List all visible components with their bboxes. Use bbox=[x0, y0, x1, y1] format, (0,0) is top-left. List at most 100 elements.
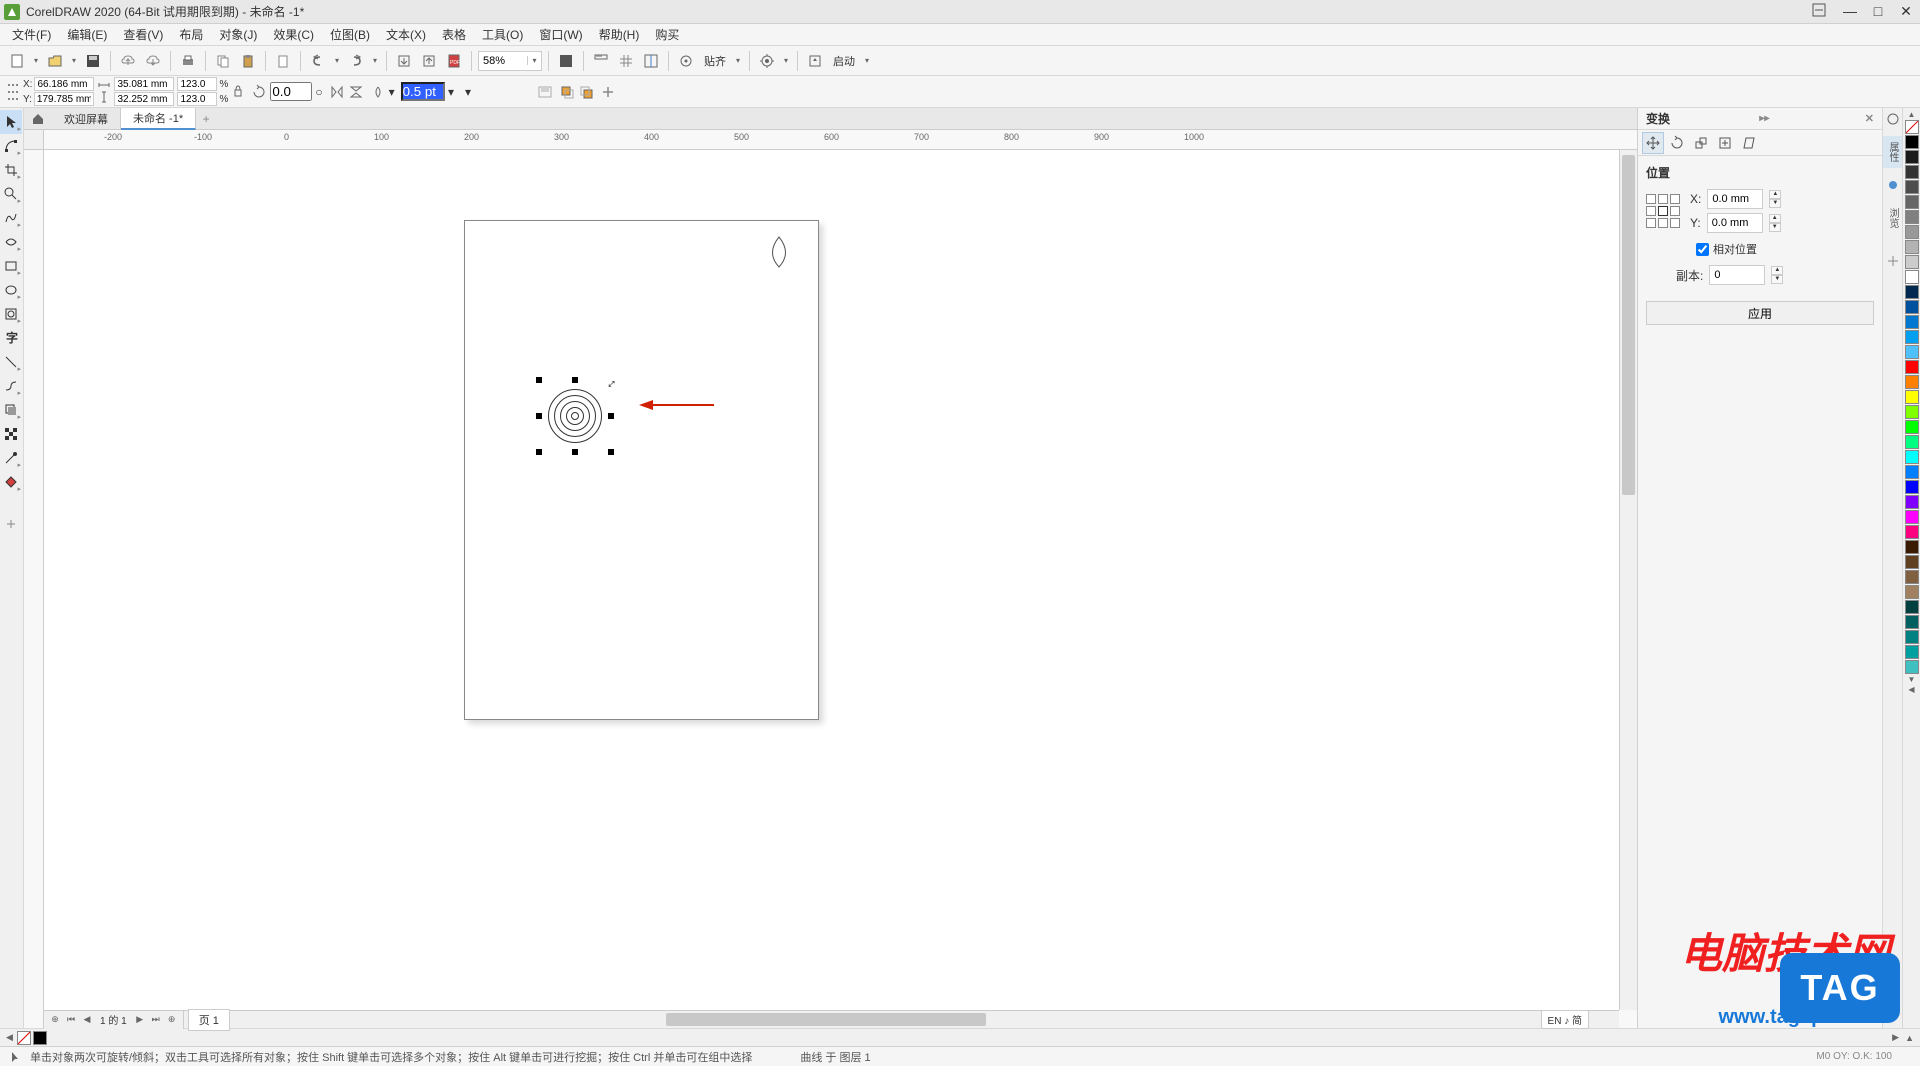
swatch[interactable] bbox=[1905, 540, 1919, 554]
connector-tool[interactable]: ▸ bbox=[0, 374, 22, 398]
palette-down-icon[interactable]: ▼ bbox=[1905, 675, 1919, 685]
swatch[interactable] bbox=[1905, 645, 1919, 659]
undo-button[interactable] bbox=[307, 50, 329, 72]
anchor-bc[interactable] bbox=[1658, 218, 1668, 228]
add-tab-button[interactable]: + bbox=[196, 112, 216, 126]
mirror-v-button[interactable] bbox=[348, 84, 364, 100]
text-tool[interactable]: 字 bbox=[0, 326, 22, 350]
polygon-tool[interactable]: ▸ bbox=[0, 302, 22, 326]
snap-label[interactable]: 贴齐 bbox=[700, 53, 730, 69]
menu-effect[interactable]: 效果(C) bbox=[265, 24, 322, 45]
new-button[interactable] bbox=[6, 50, 28, 72]
lock-ratio-button[interactable] bbox=[231, 82, 245, 102]
minimize-icon[interactable]: — bbox=[1840, 3, 1860, 20]
close-icon[interactable]: ✕ bbox=[1896, 3, 1916, 20]
shape-tool[interactable]: ▸ bbox=[0, 134, 22, 158]
page-1-tab[interactable]: 页 1 bbox=[188, 1009, 230, 1031]
zoom-dropdown-icon[interactable]: ▾ bbox=[527, 56, 541, 65]
ellipse-tool[interactable]: ▸ bbox=[0, 278, 22, 302]
open-button[interactable] bbox=[44, 50, 66, 72]
y-input[interactable] bbox=[34, 92, 94, 106]
home-tab[interactable] bbox=[24, 108, 52, 130]
save-button[interactable] bbox=[82, 50, 104, 72]
palette-right-icon[interactable]: ▶ bbox=[1890, 1032, 1901, 1043]
wrap-text-button[interactable] bbox=[537, 84, 553, 100]
side-tab-add[interactable] bbox=[1886, 254, 1900, 268]
menu-object[interactable]: 对象(J) bbox=[211, 24, 265, 45]
launcher-label[interactable]: 启动 bbox=[829, 53, 859, 69]
outline-dropdown[interactable]: ▾ bbox=[389, 85, 395, 99]
to-back-button[interactable] bbox=[578, 84, 594, 100]
page-add-button[interactable]: ⊕ bbox=[165, 1014, 179, 1025]
options-dropdown[interactable]: ▾ bbox=[781, 50, 791, 72]
zoom-tool[interactable]: ▸ bbox=[0, 182, 22, 206]
fill-swatch-none[interactable] bbox=[17, 1031, 31, 1045]
menu-buy[interactable]: 购买 bbox=[647, 24, 687, 45]
handle-bc[interactable] bbox=[572, 449, 578, 455]
relative-checkbox[interactable] bbox=[1696, 243, 1709, 256]
anchor-tl[interactable] bbox=[1646, 194, 1656, 204]
swatch-none[interactable] bbox=[1905, 120, 1919, 134]
fullscreen-button[interactable] bbox=[555, 50, 577, 72]
print-button[interactable] bbox=[177, 50, 199, 72]
width-input[interactable] bbox=[114, 77, 174, 91]
horizontal-ruler[interactable]: -200 -100 0 100 200 300 400 500 600 700 … bbox=[44, 130, 1637, 150]
show-rulers-button[interactable] bbox=[590, 50, 612, 72]
drop-shadow-tool[interactable]: ▸ bbox=[0, 398, 22, 422]
add-button[interactable] bbox=[600, 84, 616, 100]
swatch[interactable] bbox=[1905, 300, 1919, 314]
swatch[interactable] bbox=[1905, 255, 1919, 269]
swatch[interactable] bbox=[1905, 345, 1919, 359]
page-first-button[interactable]: ⊕ bbox=[48, 1014, 62, 1025]
swatch[interactable] bbox=[1905, 480, 1919, 494]
mirror-h-button[interactable] bbox=[329, 84, 345, 100]
zoom-combo[interactable]: ▾ bbox=[478, 51, 542, 71]
export-button[interactable] bbox=[418, 50, 440, 72]
anchor-mr[interactable] bbox=[1670, 206, 1680, 216]
transform-rotate-tab[interactable] bbox=[1666, 132, 1688, 154]
snap-icon[interactable] bbox=[675, 50, 697, 72]
launcher-icon[interactable] bbox=[804, 50, 826, 72]
swatch[interactable] bbox=[1905, 240, 1919, 254]
maximize-icon[interactable]: □ bbox=[1868, 3, 1888, 20]
zoom-input[interactable] bbox=[479, 52, 527, 70]
menu-file[interactable]: 文件(F) bbox=[4, 24, 59, 45]
eyedropper-tool[interactable]: ▸ bbox=[0, 446, 22, 470]
rectangle-tool[interactable]: ▸ bbox=[0, 254, 22, 278]
swatch[interactable] bbox=[1905, 405, 1919, 419]
help-window-icon[interactable] bbox=[1812, 3, 1832, 20]
menu-tools[interactable]: 工具(O) bbox=[474, 24, 531, 45]
copy-button[interactable] bbox=[212, 50, 234, 72]
y-spinner[interactable]: ▲▼ bbox=[1769, 214, 1781, 232]
cloud-download-button[interactable] bbox=[142, 50, 164, 72]
swatch[interactable] bbox=[1905, 180, 1919, 194]
vscroll-thumb[interactable] bbox=[1622, 155, 1635, 495]
anchor-br[interactable] bbox=[1670, 218, 1680, 228]
options-button[interactable] bbox=[756, 50, 778, 72]
swatch[interactable] bbox=[1905, 270, 1919, 284]
docker-close-icon[interactable]: ✕ bbox=[1865, 112, 1874, 125]
swatch[interactable] bbox=[1905, 555, 1919, 569]
swatch[interactable] bbox=[1905, 660, 1919, 674]
snap-dropdown[interactable]: ▾ bbox=[733, 50, 743, 72]
outline-width-combo[interactable]: ▾ bbox=[401, 82, 454, 101]
publish-pdf-button[interactable]: PDF bbox=[443, 50, 465, 72]
transform-scale-tab[interactable] bbox=[1690, 132, 1712, 154]
parallel-dim-tool[interactable]: ▸ bbox=[0, 350, 22, 374]
tab-doc1[interactable]: 未命名 -1* bbox=[121, 108, 196, 130]
swatch[interactable] bbox=[1905, 285, 1919, 299]
canvas-view[interactable]: ↕ bbox=[44, 150, 1619, 1010]
swatch[interactable] bbox=[1905, 585, 1919, 599]
swatch[interactable] bbox=[1905, 360, 1919, 374]
transform-position-tab[interactable] bbox=[1642, 132, 1664, 154]
handle-tl[interactable] bbox=[536, 377, 542, 383]
side-tab-icon2[interactable] bbox=[1886, 178, 1900, 192]
to-front-button[interactable] bbox=[559, 84, 575, 100]
new-dropdown[interactable]: ▾ bbox=[31, 50, 41, 72]
side-tab-icon[interactable] bbox=[1886, 112, 1900, 126]
x-spinner[interactable]: ▲▼ bbox=[1769, 190, 1781, 208]
menu-text[interactable]: 文本(X) bbox=[378, 24, 434, 45]
handle-bl[interactable] bbox=[536, 449, 542, 455]
side-tab-browse[interactable]: 浏览 bbox=[1883, 202, 1902, 234]
menu-bitmap[interactable]: 位图(B) bbox=[322, 24, 378, 45]
